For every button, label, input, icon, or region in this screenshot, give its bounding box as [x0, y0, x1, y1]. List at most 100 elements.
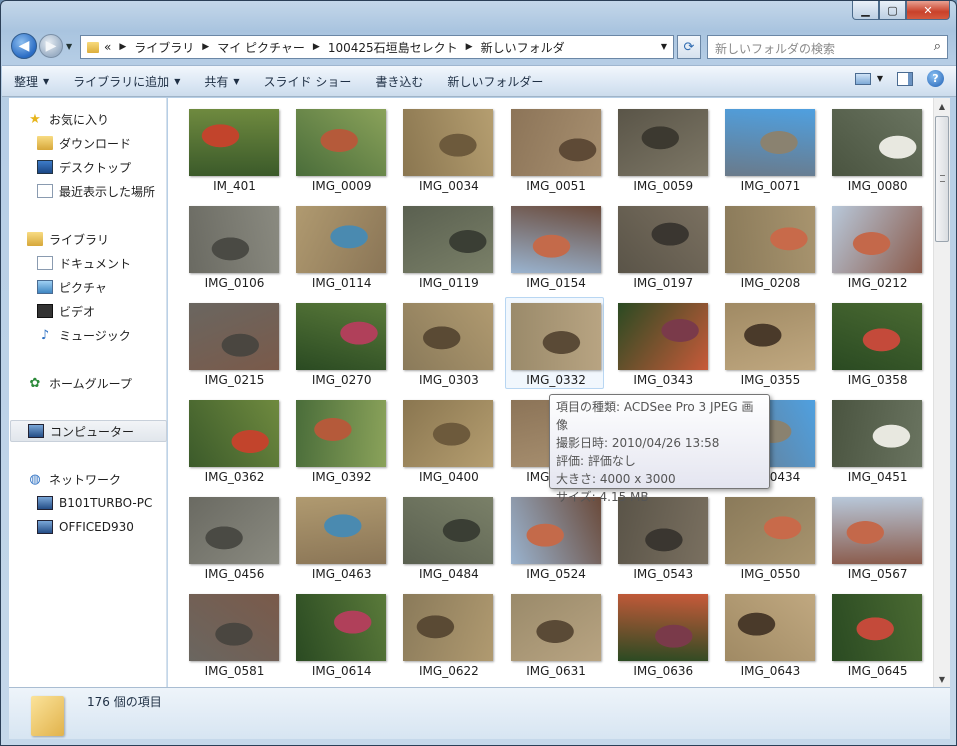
file-item[interactable]: IMG_0270	[288, 300, 395, 397]
photo-thumbnail[interactable]	[296, 497, 387, 564]
photo-thumbnail[interactable]	[189, 109, 279, 176]
share-button[interactable]: 共有 ▼	[192, 69, 251, 93]
file-item[interactable]: IMG_0332	[503, 297, 610, 397]
address-bar[interactable]: « ▶ ライブラリ ▶ マイ ピクチャー ▶ 100425石垣島セレクト ▶ 新…	[80, 35, 674, 59]
file-item[interactable]: IMG_0622	[395, 591, 502, 687]
file-item[interactable]: IMG_0362	[181, 397, 288, 494]
scroll-up-arrow[interactable]: ▲	[934, 98, 950, 114]
nav-libraries[interactable]: ライブラリ	[27, 228, 184, 250]
help-icon[interactable]: ?	[927, 70, 944, 87]
vertical-scrollbar[interactable]: ▲ ▼	[933, 98, 950, 687]
scrollbar-thumb[interactable]	[935, 116, 949, 242]
photo-thumbnail[interactable]	[189, 206, 279, 273]
change-view-button[interactable]: ▼	[854, 72, 883, 85]
file-item[interactable]: IMG_0581	[181, 591, 288, 687]
breadcrumb-my-pictures[interactable]: マイ ピクチャー	[217, 39, 305, 56]
photo-thumbnail[interactable]	[189, 303, 279, 370]
file-item[interactable]: IMG_0567	[824, 494, 931, 591]
file-item[interactable]: IMG_0645	[824, 591, 931, 687]
file-item[interactable]: IMG_0154	[503, 203, 610, 300]
photo-thumbnail[interactable]	[617, 497, 708, 564]
photo-thumbnail[interactable]	[403, 206, 494, 273]
scroll-down-arrow[interactable]: ▼	[934, 671, 950, 687]
file-item[interactable]: IMG_0197	[610, 203, 717, 300]
new-folder-button[interactable]: 新しいフォルダー	[435, 69, 555, 93]
photo-thumbnail[interactable]	[510, 303, 601, 370]
breadcrumb-current[interactable]: 新しいフォルダ	[481, 39, 565, 56]
photo-thumbnail[interactable]	[832, 206, 923, 273]
file-item[interactable]: IMG_0114	[288, 203, 395, 300]
photo-thumbnail[interactable]	[296, 109, 387, 176]
photo-thumbnail[interactable]	[296, 594, 387, 661]
photo-thumbnail[interactable]	[403, 400, 494, 467]
file-item[interactable]: IMG_0303	[395, 300, 502, 397]
preview-pane-icon[interactable]	[897, 71, 913, 86]
breadcrumb-album[interactable]: 100425石垣島セレクト	[328, 39, 458, 56]
photo-thumbnail[interactable]	[724, 206, 815, 273]
file-item[interactable]: IMG_0636	[610, 591, 717, 687]
photo-thumbnail[interactable]	[617, 303, 708, 370]
burn-button[interactable]: 書き込む	[363, 69, 435, 93]
chevron-right-icon[interactable]: ▶	[202, 42, 209, 52]
close-button[interactable]: ✕	[906, 1, 950, 20]
file-item[interactable]: IM_401	[181, 106, 288, 203]
photo-thumbnail[interactable]	[296, 206, 387, 273]
minimize-button[interactable]: ▁	[852, 1, 879, 20]
breadcrumb-library[interactable]: ライブラリ	[134, 39, 194, 56]
file-item[interactable]: IMG_0392	[288, 397, 395, 494]
file-item[interactable]: IMG_0034	[395, 106, 502, 203]
recent-pages-dropdown[interactable]: ▼	[66, 42, 72, 51]
photo-thumbnail[interactable]	[189, 594, 279, 661]
file-list[interactable]: IM_401 IMG_0009 IMG_0034 IMG_0051 IMG_0059 IM…	[168, 98, 933, 687]
back-button[interactable]: ◀	[11, 33, 37, 59]
photo-thumbnail[interactable]	[617, 109, 708, 176]
photo-thumbnail[interactable]	[724, 303, 815, 370]
file-item[interactable]: IMG_0355	[717, 300, 824, 397]
file-item[interactable]: IMG_0524	[503, 494, 610, 591]
file-item[interactable]: IMG_0212	[824, 203, 931, 300]
file-item[interactable]: IMG_0643	[717, 591, 824, 687]
photo-thumbnail[interactable]	[296, 303, 387, 370]
photo-thumbnail[interactable]	[189, 400, 279, 467]
photo-thumbnail[interactable]	[832, 303, 923, 370]
file-item[interactable]: IMG_0071	[717, 106, 824, 203]
address-dropdown-icon[interactable]: ▼	[661, 42, 667, 51]
photo-thumbnail[interactable]	[510, 497, 601, 564]
file-item[interactable]: IMG_0456	[181, 494, 288, 591]
chevron-right-icon[interactable]: ▶	[119, 42, 126, 52]
forward-button[interactable]: ▶	[39, 34, 63, 58]
photo-thumbnail[interactable]	[296, 400, 387, 467]
file-item[interactable]: IMG_0106	[181, 203, 288, 300]
photo-thumbnail[interactable]	[510, 594, 601, 661]
file-item[interactable]: IMG_0119	[395, 203, 502, 300]
file-item[interactable]: IMG_0080	[824, 106, 931, 203]
photo-thumbnail[interactable]	[832, 400, 923, 467]
breadcrumb-overflow[interactable]: «	[104, 40, 111, 54]
chevron-right-icon[interactable]: ▶	[313, 42, 320, 52]
file-item[interactable]: IMG_0358	[824, 300, 931, 397]
file-item[interactable]: IMG_0208	[717, 203, 824, 300]
refresh-button[interactable]: ⟳	[677, 35, 701, 59]
file-item[interactable]: IMG_0484	[395, 494, 502, 591]
file-item[interactable]: IMG_0343	[610, 300, 717, 397]
organize-button[interactable]: 整理 ▼	[2, 69, 61, 93]
photo-thumbnail[interactable]	[724, 109, 815, 176]
search-icon[interactable]: ⌕	[934, 39, 941, 54]
slideshow-button[interactable]: スライド ショー	[252, 69, 364, 93]
file-item[interactable]: IMG_0463	[288, 494, 395, 591]
file-item[interactable]: IMG_0009	[288, 106, 395, 203]
add-to-library-button[interactable]: ライブラリに追加 ▼	[61, 69, 192, 93]
file-item[interactable]: IMG_0051	[503, 106, 610, 203]
nav-computer[interactable]: コンピューター	[10, 420, 167, 442]
photo-thumbnail[interactable]	[724, 497, 815, 564]
photo-thumbnail[interactable]	[724, 594, 815, 661]
nav-network[interactable]: ◍ ネットワーク	[27, 468, 184, 490]
search-input[interactable]: 新しいフォルダの検索 ⌕	[707, 35, 948, 59]
photo-thumbnail[interactable]	[403, 303, 494, 370]
file-item[interactable]: IMG_0543	[610, 494, 717, 591]
photo-thumbnail[interactable]	[832, 497, 923, 564]
photo-thumbnail[interactable]	[510, 206, 601, 273]
file-item[interactable]: IMG_0400	[395, 397, 502, 494]
chevron-right-icon[interactable]: ▶	[466, 42, 473, 52]
photo-thumbnail[interactable]	[617, 594, 708, 661]
